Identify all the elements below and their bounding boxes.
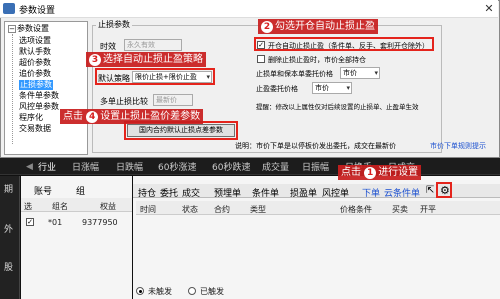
tab-preset[interactable]: 预埋单 — [214, 186, 241, 199]
collapse-icon[interactable]: − — [8, 25, 16, 33]
side-tab-foreign[interactable]: 外 — [4, 222, 13, 235]
tab-stop-profit[interactable]: 损盈单 — [290, 186, 317, 199]
col-contract: 合约 — [214, 205, 230, 214]
time-select: 永久有效 — [124, 39, 182, 51]
highlight-checkbox — [254, 37, 434, 51]
dialog-title: 参数设置 — [19, 6, 56, 16]
radio-triggered-label: 已触发 — [200, 287, 224, 296]
app-icon — [3, 3, 15, 14]
tab-60s-fall[interactable]: 60秒跌速 — [212, 160, 250, 173]
hint-text: 提醒：修改以上属性仅对后续设置的止损单、止盈单生效 — [256, 103, 419, 111]
account-tab[interactable]: 账号 — [34, 184, 52, 197]
tab-day-amp[interactable]: 日振幅 — [302, 160, 329, 173]
tree-line — [12, 34, 13, 144]
time-select-value: 永久有效 — [127, 41, 155, 49]
side-tab-futures[interactable]: 期 — [4, 182, 13, 195]
tree-item-over-price[interactable]: 超价参数 — [19, 58, 51, 68]
side-tab-stock[interactable]: 股 — [4, 260, 13, 273]
take-profit-price-value: 市价 — [315, 84, 329, 92]
tab-industry[interactable]: 行业 — [38, 160, 56, 173]
tree-item-trade-data[interactable]: 交易数据 — [19, 124, 51, 134]
col-status: 状态 — [182, 205, 198, 214]
tree-item-options[interactable]: 选项设置 — [19, 36, 51, 46]
col-group-name: 组名 — [52, 202, 68, 211]
group-label: 止损参数 — [96, 19, 132, 30]
tab-day-rise[interactable]: 日涨幅 — [72, 160, 99, 173]
time-label: 时效 — [100, 42, 116, 51]
multi-compare-select: 最新价 — [153, 94, 193, 106]
tree-root[interactable]: 参数设置 — [17, 24, 49, 34]
multi-compare-value: 最新价 — [156, 96, 177, 104]
close-button[interactable]: ✕ — [482, 2, 496, 16]
tab-left-chevron-icon: ◀ — [26, 162, 33, 172]
col-equity: 权益 — [100, 202, 116, 211]
tab-volume[interactable]: 成交量 — [262, 160, 289, 173]
tab-60s-rise[interactable]: 60秒涨速 — [158, 160, 196, 173]
multi-compare-label: 多单止损比较 — [100, 97, 148, 106]
col-type: 类型 — [250, 205, 266, 214]
radio-untriggered-label: 未触发 — [148, 287, 172, 296]
stop-order-price-label: 止损单和保本单委托价格 — [256, 70, 333, 78]
col-select: 选 — [24, 202, 32, 211]
account-checkbox[interactable]: ✓ — [26, 218, 34, 226]
tab-risk[interactable]: 风控单 — [322, 186, 349, 199]
highlight-strategy — [95, 68, 215, 85]
take-profit-price-select[interactable]: 市价 ▾ — [312, 82, 352, 94]
callout-step-3: 3 选择自动止损止盈策略 — [86, 52, 206, 67]
tab-cloud-conditional[interactable]: 云条件单 — [384, 186, 420, 199]
delete-close-label: 删除止损止盈时，市价全部持仓 — [268, 56, 366, 64]
callout-step-4: 点击 4 设置止损止盈价差参数 — [60, 109, 204, 124]
callout-step-2: 2 勾选开仓自动止损止盈 — [258, 19, 378, 34]
stop-order-price-select[interactable]: 市价 ▾ — [340, 67, 380, 79]
delete-close-checkbox[interactable] — [257, 55, 265, 63]
note-link[interactable]: 市价下单规则提示 — [430, 141, 486, 151]
tab-positions[interactable]: 持仓 — [138, 186, 156, 199]
chevron-down-icon: ▾ — [374, 69, 378, 77]
tab-orders[interactable]: 委托 — [160, 186, 178, 199]
radio-untriggered[interactable] — [136, 287, 144, 295]
chevron-down-icon: ▾ — [346, 84, 350, 92]
highlight-gear — [436, 182, 452, 198]
group-tab[interactable]: 组 — [76, 184, 85, 197]
col-side: 买卖 — [392, 205, 408, 214]
tree-item-program[interactable]: 程序化 — [19, 113, 43, 123]
col-open-close: 开平 — [420, 205, 436, 214]
col-time: 时间 — [140, 205, 156, 214]
col-price-cond: 价格条件 — [340, 205, 372, 214]
tab-conditional[interactable]: 条件单 — [252, 186, 279, 199]
tree-item-default-lots[interactable]: 默认手数 — [19, 47, 51, 57]
tree-item-conditional[interactable]: 条件单参数 — [19, 91, 59, 101]
tree-item-risk[interactable]: 风控单参数 — [19, 102, 59, 112]
note-text: 说明：市价下单是以停板价发出委托，成交在最新价 — [235, 142, 396, 150]
radio-triggered[interactable] — [188, 287, 196, 295]
tree-item-stop-loss[interactable]: 止损参数 — [19, 80, 53, 90]
dialog-titlebar — [0, 0, 498, 18]
tab-fills[interactable]: 成交 — [182, 186, 200, 199]
take-profit-price-label: 止盈委托价格 — [256, 85, 298, 93]
account-equity: 9377950 — [82, 218, 118, 227]
tab-day-fall[interactable]: 日跌幅 — [116, 160, 143, 173]
tab-order-entry[interactable]: 下单 — [362, 186, 380, 199]
callout-step-1: 点击 1 进行设置 — [338, 165, 422, 180]
settings-tree: − 参数设置 选项设置 默认手数 超价参数 追价参数 止损参数 条件单参数 风控… — [4, 21, 88, 155]
account-group: *01 — [48, 218, 63, 227]
tree-item-chase-price[interactable]: 追价参数 — [19, 69, 51, 79]
expand-icon[interactable]: ⇱ — [426, 185, 434, 196]
stop-order-price-value: 市价 — [343, 69, 357, 77]
